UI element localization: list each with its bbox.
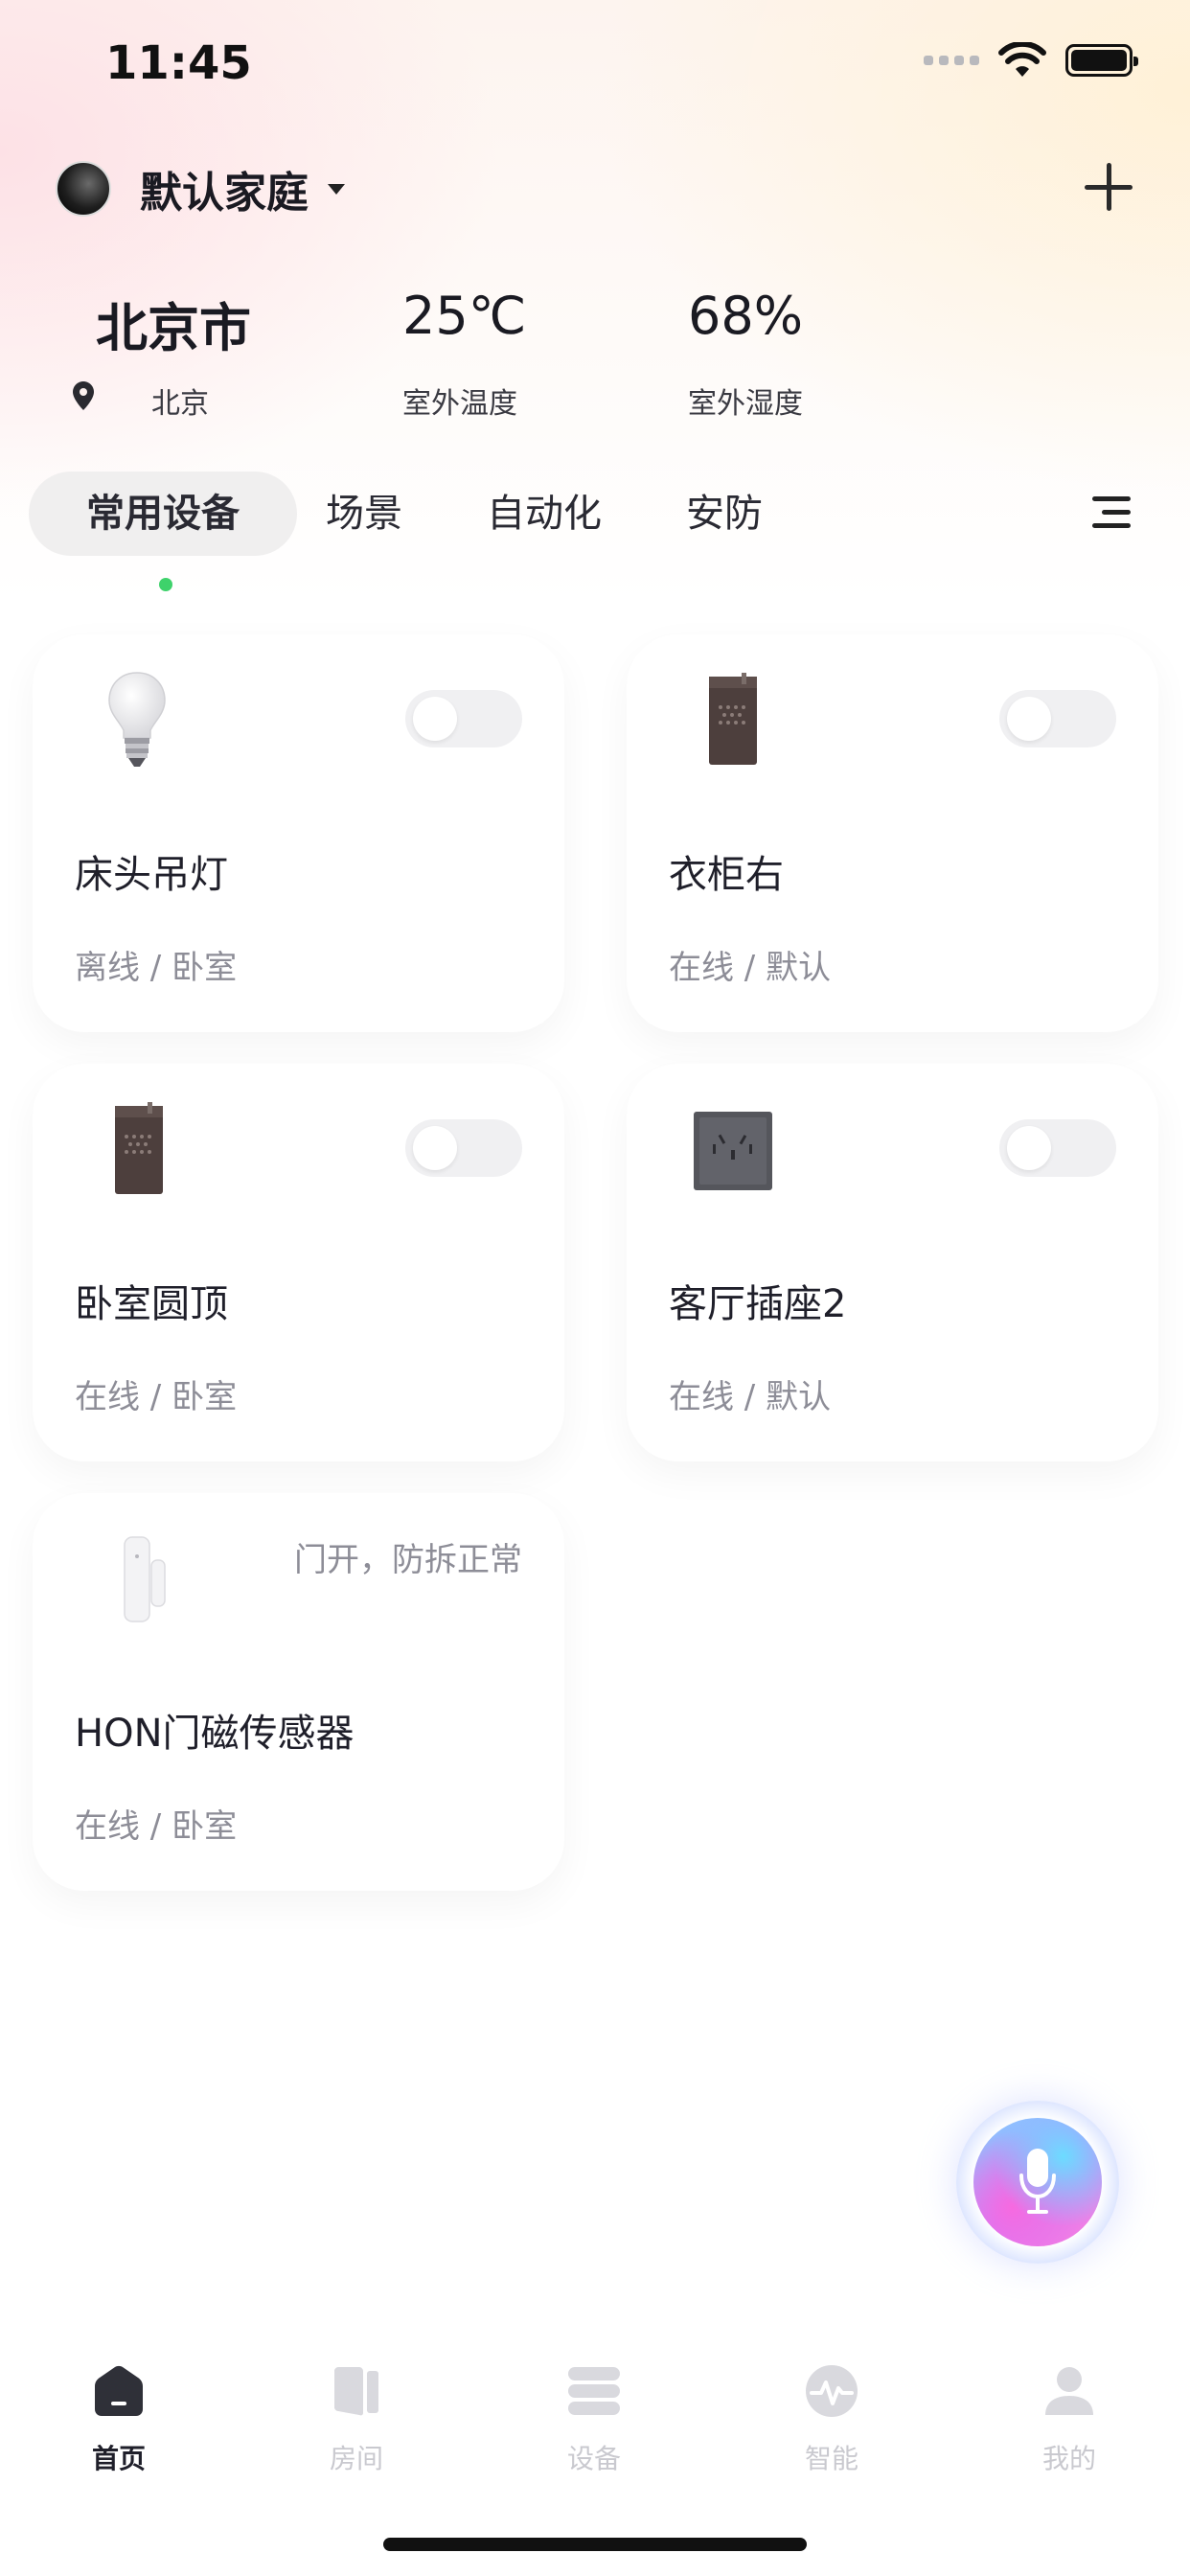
humidity-label: 室外湿度 bbox=[688, 387, 803, 421]
status-time: 11:45 bbox=[105, 36, 252, 90]
device-status: 在线 / 默认 bbox=[669, 949, 832, 987]
sensor-state: 门开，防拆正常 bbox=[294, 1541, 522, 1579]
voice-assistant-button[interactable] bbox=[956, 2101, 1119, 2264]
tab-scenes[interactable]: 场景 bbox=[297, 472, 431, 556]
temperature-label: 室外温度 bbox=[402, 387, 517, 421]
device-icon bbox=[568, 2367, 620, 2415]
nav-rooms[interactable]: 房间 bbox=[280, 2346, 433, 2476]
home-icon bbox=[95, 2365, 143, 2416]
avatar[interactable] bbox=[56, 161, 111, 217]
wifi-icon bbox=[998, 42, 1046, 77]
switch-panel-icon bbox=[709, 673, 757, 765]
device-card[interactable]: 客厅插座2 在线 / 默认 bbox=[627, 1064, 1158, 1461]
home-name[interactable]: 默认家庭 bbox=[140, 158, 309, 219]
nav-label: 设备 bbox=[566, 2443, 621, 2474]
device-status: 离线 / 卧室 bbox=[75, 949, 238, 987]
cellular-signal-icon bbox=[924, 56, 979, 65]
nav-smart[interactable]: 智能 bbox=[755, 2346, 908, 2476]
temperature-value: 25℃ bbox=[402, 286, 527, 346]
tab-automation[interactable]: 自动化 bbox=[458, 472, 630, 556]
nav-label: 我的 bbox=[1041, 2443, 1096, 2474]
nav-home[interactable]: 首页 bbox=[42, 2346, 195, 2476]
device-card[interactable]: 衣柜右 在线 / 默认 bbox=[627, 634, 1158, 1032]
power-toggle[interactable] bbox=[999, 690, 1116, 748]
device-name: 客厅插座2 bbox=[669, 1282, 847, 1326]
device-status: 在线 / 卧室 bbox=[75, 1378, 238, 1416]
power-toggle[interactable] bbox=[999, 1119, 1116, 1177]
power-toggle[interactable] bbox=[405, 1119, 522, 1177]
location-pin-icon bbox=[73, 381, 94, 410]
category-tabs: 常用设备 场景 自动化 安防 bbox=[29, 472, 791, 556]
device-name: HON门磁传感器 bbox=[75, 1712, 355, 1756]
add-button[interactable] bbox=[1085, 163, 1133, 211]
tab-common-devices[interactable]: 常用设备 bbox=[29, 472, 297, 556]
caret-down-icon[interactable] bbox=[328, 183, 345, 195]
device-card[interactable]: 门开，防拆正常 HON门磁传感器 在线 / 卧室 bbox=[33, 1493, 564, 1891]
home-indicator bbox=[383, 2538, 807, 2551]
device-card[interactable]: 床头吊灯 离线 / 卧室 bbox=[33, 634, 564, 1032]
bottom-navigation: 首页 房间 设备 智能 我的 bbox=[0, 2346, 1190, 2499]
battery-icon bbox=[1065, 44, 1138, 77]
microphone-icon bbox=[1019, 2149, 1056, 2214]
nav-profile[interactable]: 我的 bbox=[993, 2346, 1146, 2476]
city-name: 北京市 bbox=[96, 298, 251, 358]
humidity-value: 68% bbox=[688, 286, 804, 346]
device-status: 在线 / 卧室 bbox=[75, 1807, 238, 1846]
nav-label: 智能 bbox=[804, 2443, 858, 2474]
home-selector[interactable]: 默认家庭 bbox=[56, 158, 345, 219]
room-icon bbox=[334, 2367, 378, 2416]
door-sensor-icon bbox=[124, 1536, 166, 1622]
light-bulb-icon bbox=[108, 672, 166, 767]
device-name: 衣柜右 bbox=[669, 853, 784, 897]
socket-icon bbox=[694, 1112, 772, 1190]
smart-icon bbox=[806, 2365, 858, 2417]
power-toggle[interactable] bbox=[405, 690, 522, 748]
tab-security[interactable]: 安防 bbox=[657, 472, 791, 556]
profile-icon bbox=[1045, 2367, 1093, 2415]
nav-label: 首页 bbox=[91, 2443, 146, 2474]
nav-label: 房间 bbox=[329, 2443, 383, 2474]
device-name: 床头吊灯 bbox=[75, 853, 228, 897]
device-card[interactable]: 卧室圆顶 在线 / 卧室 bbox=[33, 1064, 564, 1461]
device-status: 在线 / 默认 bbox=[669, 1378, 832, 1416]
nav-devices[interactable]: 设备 bbox=[517, 2346, 671, 2476]
active-tab-indicator bbox=[159, 578, 172, 591]
menu-icon[interactable] bbox=[1088, 493, 1131, 535]
switch-panel-icon bbox=[115, 1102, 163, 1194]
location-label: 北京 bbox=[151, 387, 209, 421]
device-name: 卧室圆顶 bbox=[75, 1282, 228, 1326]
status-indicators bbox=[924, 42, 1138, 79]
